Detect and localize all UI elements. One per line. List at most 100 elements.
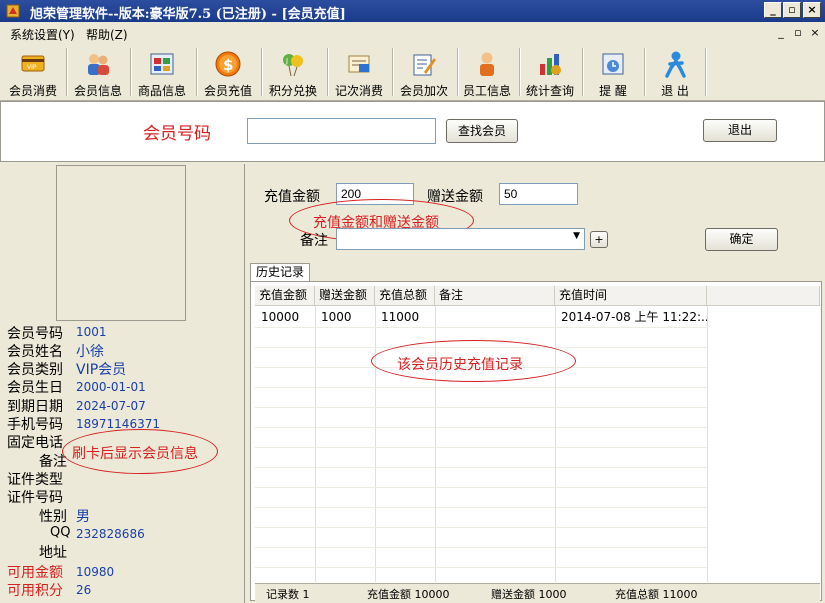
balloon-icon: J	[283, 54, 303, 77]
history-annotation: 该会员历史充值记录	[397, 357, 523, 373]
row-divider	[255, 467, 707, 468]
field-label-available-amount: 可用金额	[7, 565, 63, 581]
row-divider	[255, 407, 707, 408]
window-title: 旭荣管理软件--版本:豪华版7.5 (已注册) - [会员充值]	[30, 7, 346, 22]
stats-icon	[540, 54, 561, 75]
toolbar-count-consume-button[interactable]: 记次消费	[330, 48, 388, 98]
mdi-close-button[interactable]: ×	[808, 26, 822, 39]
toolbar-separator	[705, 48, 707, 96]
history-grid	[250, 281, 822, 601]
row-divider	[255, 447, 707, 448]
confirm-button[interactable]: 确定	[705, 228, 778, 251]
field-label-gender: 性别	[39, 509, 67, 525]
row-divider	[255, 547, 707, 548]
menu-help[interactable]: 帮助(Z)	[86, 26, 128, 43]
staff-icon	[480, 52, 494, 76]
column-header-filler	[707, 286, 820, 306]
svg-text:J: J	[285, 57, 288, 65]
minimize-button[interactable]: _	[764, 2, 782, 18]
goods-icon	[150, 53, 174, 75]
summary-recharge-amount: 充值金额 10000	[367, 588, 450, 601]
field-value-available-amount: 10980	[76, 565, 115, 579]
cell-gift-amount: 1000	[321, 310, 352, 324]
field-label-landline: 固定电话	[7, 435, 63, 451]
member-number-search-input[interactable]	[247, 118, 436, 144]
toolbar-staff-info-button[interactable]: 员工信息	[458, 48, 516, 98]
field-label-expiry-date: 到期日期	[7, 399, 63, 415]
stamp-icon	[348, 55, 370, 73]
toolbar-member-recharge-button[interactable]: $ 会员充值	[199, 48, 257, 98]
column-divider	[707, 306, 708, 582]
add-remark-button[interactable]: +	[590, 231, 608, 248]
gift-amount-input[interactable]	[499, 183, 578, 205]
field-value-member-number: 1001	[76, 325, 107, 339]
recharge-amount-label: 充值金额	[264, 189, 320, 205]
column-header-remark[interactable]: 备注	[435, 286, 555, 306]
field-value-available-points: 26	[76, 583, 92, 597]
close-button[interactable]: ×	[803, 2, 821, 18]
cell-recharge-amount: 10000	[261, 310, 300, 324]
remark-label: 备注	[300, 233, 328, 249]
field-label-mobile: 手机号码	[7, 417, 63, 433]
tab-history[interactable]: 历史记录	[250, 263, 310, 281]
cell-remark	[435, 307, 555, 327]
toolbar-goods-info-button[interactable]: 商品信息	[133, 48, 191, 98]
exit-button[interactable]: 退出	[703, 119, 777, 142]
row-divider	[255, 487, 707, 488]
toolbar-separator	[261, 48, 263, 96]
toolbar-reminder-button[interactable]: 提 醒	[584, 48, 642, 98]
member-info-annotation: 刷卡后显示会员信息	[72, 446, 198, 462]
field-label-id-number: 证件号码	[7, 490, 63, 506]
find-member-button[interactable]: 查找会员	[446, 119, 518, 143]
svg-text:VIP: VIP	[27, 64, 37, 71]
app-icon	[6, 4, 20, 18]
menu-system-settings[interactable]: 系统设置(Y)	[10, 26, 75, 43]
menu-bar: 系统设置(Y) 帮助(Z) _ ▫ ×	[0, 22, 825, 44]
toolbar-member-add-count-button[interactable]: 会员加次	[395, 48, 453, 98]
column-header-recharge-total[interactable]: 充值总额	[375, 286, 435, 306]
toolbar-separator	[327, 48, 329, 96]
card-icon: VIP	[21, 55, 45, 72]
toolbar-exit-button[interactable]: 退 出	[646, 48, 704, 98]
field-label-member-type: 会员类别	[7, 362, 63, 378]
field-label-id-type: 证件类型	[7, 472, 63, 488]
svg-text:$: $	[223, 56, 233, 74]
edit-icon	[413, 54, 436, 76]
toolbar-points-exchange-button[interactable]: J 积分兑换	[264, 48, 322, 98]
column-header-gift-amount[interactable]: 赠送金额	[315, 286, 375, 306]
column-header-recharge-time[interactable]: 充值时间	[555, 286, 707, 306]
toolbar-member-info-button[interactable]: 会员信息	[69, 48, 127, 98]
field-value-gender: 男	[76, 509, 90, 525]
row-divider	[255, 567, 707, 568]
field-value-member-name: 小徐	[76, 344, 104, 360]
field-label-birthday: 会员生日	[7, 380, 63, 396]
field-label-available-points: 可用积分	[7, 583, 63, 599]
field-value-qq: 232828686	[76, 527, 145, 541]
member-photo	[56, 165, 186, 321]
members-icon	[88, 54, 109, 75]
summary-record-count: 记录数 1	[266, 588, 310, 601]
member-number-search-label: 会员号码	[143, 124, 211, 144]
cell-recharge-time: 2014-07-08 上午 11:22:...	[561, 310, 707, 324]
field-label-member-name: 会员姓名	[7, 344, 63, 360]
reminder-icon	[602, 53, 624, 75]
restore-button[interactable]: ▫	[783, 2, 801, 18]
exit-icon	[665, 51, 686, 78]
mdi-restore-button[interactable]: ▫	[791, 26, 805, 39]
row-divider	[255, 387, 707, 388]
summary-gift-amount: 赠送金额 1000	[491, 588, 567, 601]
remark-select[interactable]: ▼	[336, 228, 585, 250]
field-value-birthday: 2000-01-01	[76, 380, 146, 394]
toolbar-stats-query-button[interactable]: 统计查询	[521, 48, 579, 98]
row-divider	[255, 427, 707, 428]
field-value-expiry-date: 2024-07-07	[76, 399, 146, 413]
mdi-minimize-button[interactable]: _	[774, 26, 788, 39]
cell-recharge-total: 11000	[381, 310, 420, 324]
toolbar-member-consume-button[interactable]: VIP 会员消费	[4, 48, 62, 98]
row-divider	[255, 507, 707, 508]
column-header-recharge-amount[interactable]: 充值金额	[255, 286, 315, 306]
field-label-member-number: 会员号码	[7, 326, 63, 342]
field-label-address: 地址	[39, 545, 67, 561]
toolbar-separator	[130, 48, 132, 96]
chevron-down-icon[interactable]: ▼	[573, 231, 580, 241]
